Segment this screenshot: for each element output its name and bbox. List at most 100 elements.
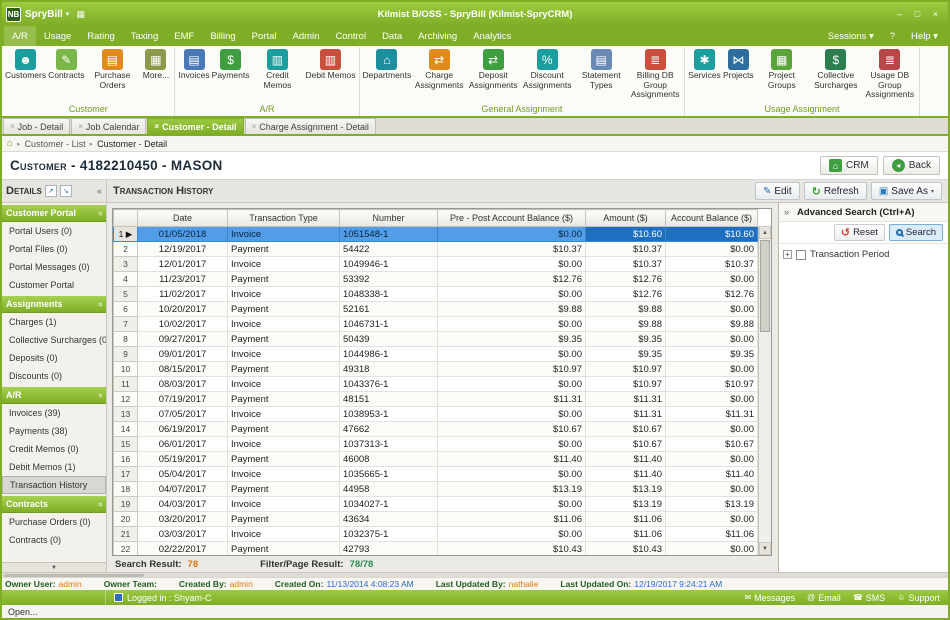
column-header-amount[interactable]: Amount ($) xyxy=(585,209,666,227)
sidebar-item-customer-portal[interactable]: Customer Portal xyxy=(2,276,106,294)
vertical-scrollbar[interactable]: ▲ ▼ xyxy=(758,226,771,555)
menu-item-[interactable]: ? xyxy=(882,26,903,46)
crm-button[interactable]: ⌂ CRM xyxy=(819,156,878,175)
status-sms[interactable]: ☎ SMS xyxy=(853,593,885,603)
sidebar-item-credit-memos-0[interactable]: Credit Memos (0) xyxy=(2,440,106,458)
ribbon-btn-project-groups[interactable]: ▦ Project Groups xyxy=(755,47,809,90)
menu-item-a-r[interactable]: A/R xyxy=(4,26,36,46)
search-button[interactable]: Search xyxy=(888,224,943,241)
sidebar-section-contracts[interactable]: Contracts » xyxy=(2,496,106,513)
vertical-scrollbar-thumb[interactable] xyxy=(760,240,770,332)
sidebar-item-deposits-0[interactable]: Deposits (0) xyxy=(2,349,106,367)
menu-item-sessions[interactable]: Sessions ▾ xyxy=(820,26,882,46)
table-row-2[interactable]: 2 12/19/2017 Payment 54422 $10.37 $10.37 $0.00 xyxy=(113,241,758,257)
sidebar-item-purchase-orders-0[interactable]: Purchase Orders (0) xyxy=(2,513,106,531)
horizontal-scrollbar-thumb[interactable] xyxy=(4,574,144,577)
table-row-21[interactable]: 21 03/03/2017 Invoice 1032375-1 $0.00 $11.06 $… xyxy=(113,526,758,542)
maximize-icon[interactable]: □ xyxy=(909,7,926,21)
scroll-up-icon[interactable]: ▲ xyxy=(759,226,771,239)
vertical-scrollbar-track[interactable] xyxy=(759,333,771,542)
column-header-date[interactable]: Date xyxy=(137,209,228,227)
sidebar-item-discounts-0[interactable]: Discounts (0) xyxy=(2,367,106,385)
sidebar-item-debit-memos-1[interactable]: Debit Memos (1) xyxy=(2,458,106,476)
ribbon-btn-payments[interactable]: $ Payments xyxy=(211,47,251,81)
status-messages[interactable]: ✉ Messages xyxy=(744,593,795,603)
menu-item-billing[interactable]: Billing xyxy=(202,26,243,46)
menu-item-control[interactable]: Control xyxy=(327,26,374,46)
menu-item-emf[interactable]: EMF xyxy=(166,26,202,46)
table-row-6[interactable]: 6 10/20/2017 Payment 52161 $9.88 $9.88 $0.00 xyxy=(113,301,758,317)
sidebar-item-payments-38[interactable]: Payments (38) xyxy=(2,422,106,440)
sidebar-item-contracts-0[interactable]: Contracts (0) xyxy=(2,531,106,549)
section-collapse-icon[interactable]: » xyxy=(95,393,104,397)
tab-customer-detail[interactable]: × Customer - Detail xyxy=(147,118,244,134)
table-row-16[interactable]: 16 05/19/2017 Payment 46008 $11.40 $11.40 $0.0… xyxy=(113,451,758,467)
scroll-down-icon[interactable]: ▼ xyxy=(759,542,771,555)
close-icon[interactable]: × xyxy=(927,7,944,21)
ribbon-btn-more[interactable]: ▦ More... xyxy=(139,47,172,81)
sidebar-scroll-down[interactable]: ▼ xyxy=(2,562,106,572)
menu-item-admin[interactable]: Admin xyxy=(285,26,328,46)
breadcrumb-item-customer-list[interactable]: Customer - List xyxy=(25,139,86,149)
app-menu-caret-icon[interactable]: ▾ xyxy=(66,10,70,18)
sidebar-item-portal-files-0[interactable]: Portal Files (0) xyxy=(2,240,106,258)
menu-item-rating[interactable]: Rating xyxy=(79,26,122,46)
tab-job-detail[interactable]: × Job - Detail xyxy=(3,118,71,134)
sidebar-section-assignments[interactable]: Assignments » xyxy=(2,296,106,313)
collapse-search-icon[interactable]: » xyxy=(784,207,789,217)
ribbon-btn-deposit-assignments[interactable]: ⇄ Deposit Assignments xyxy=(466,47,520,90)
table-row-13[interactable]: 13 07/05/2017 Invoice 1038953-1 $0.00 $11.31 $… xyxy=(113,406,758,422)
sidebar-item-portal-users-0[interactable]: Portal Users (0) xyxy=(2,222,106,240)
table-row-1[interactable]: 1 ▶ 01/05/2018 Invoice 1051548-1 $0.00 $10.60… xyxy=(113,226,758,242)
tab-close-icon[interactable]: × xyxy=(78,122,83,131)
tab-job-calendar[interactable]: × Job Calendar xyxy=(71,118,147,134)
expand-icon[interactable]: + xyxy=(783,250,792,259)
home-icon[interactable]: ⌂ xyxy=(7,138,13,149)
ribbon-btn-departments[interactable]: ⌂ Departments xyxy=(362,47,413,81)
sidebar-item-collective-surcharges-0[interactable]: Collective Surcharges (0) xyxy=(2,331,106,349)
tab-close-icon[interactable]: × xyxy=(10,122,15,131)
menu-item-help[interactable]: Help ▾ xyxy=(903,26,946,46)
menu-item-usage[interactable]: Usage xyxy=(36,26,79,46)
table-row-3[interactable]: 3 12/01/2017 Invoice 1049946-1 $0.00 $10.37 $1… xyxy=(113,256,758,272)
section-collapse-icon[interactable]: » xyxy=(95,211,104,215)
save-as-button[interactable]: ▣ Save As ▾ xyxy=(870,182,942,200)
filter-checkbox[interactable] xyxy=(796,249,806,260)
table-row-11[interactable]: 11 08/03/2017 Invoice 1043376-1 $0.00 $10.97 $… xyxy=(113,376,758,392)
back-button[interactable]: ◂ Back xyxy=(882,156,940,175)
edit-button[interactable]: ✎ Edit xyxy=(754,182,800,200)
reset-button[interactable]: ↺ Reset xyxy=(833,224,885,241)
ribbon-btn-services[interactable]: ✱ Services xyxy=(687,47,722,81)
tab-charge-assignment-detail[interactable]: × Charge Assignment - Detail xyxy=(244,118,376,134)
section-collapse-icon[interactable]: » xyxy=(95,302,104,306)
ribbon-btn-purchase-orders[interactable]: ▤ Purchase Orders xyxy=(85,47,139,90)
ribbon-btn-contracts[interactable]: ✎ Contracts xyxy=(47,47,85,81)
sidebar-item-charges-1[interactable]: Charges (1) xyxy=(2,313,106,331)
column-header-number[interactable]: Number xyxy=(339,209,438,227)
tab-close-icon[interactable]: × xyxy=(252,122,257,131)
table-row-5[interactable]: 5 11/02/2017 Invoice 1048338-1 $0.00 $12.76 $1… xyxy=(113,286,758,302)
sidebar-item-portal-messages-0[interactable]: Portal Messages (0) xyxy=(2,258,106,276)
menu-item-analytics[interactable]: Analytics xyxy=(465,26,519,46)
menu-item-data[interactable]: Data xyxy=(374,26,410,46)
table-row-7[interactable]: 7 10/02/2017 Invoice 1046731-1 $0.00 $9.88 $9.… xyxy=(113,316,758,332)
menu-item-taxing[interactable]: Taxing xyxy=(123,26,166,46)
ribbon-btn-credit-memos[interactable]: ▥ Credit Memos xyxy=(250,47,304,90)
sidebar-item-invoices-39[interactable]: Invoices (39) xyxy=(2,404,106,422)
ribbon-btn-billing-db-group-assignments[interactable]: ≣ Billing DB Group Assignments xyxy=(628,47,682,100)
status-support[interactable]: ☺ Support xyxy=(897,593,940,603)
table-row-17[interactable]: 17 05/04/2017 Invoice 1035665-1 $0.00 $11.40 $… xyxy=(113,466,758,482)
ribbon-btn-invoices[interactable]: ▤ Invoices xyxy=(177,47,210,81)
pin-icon[interactable]: ↗ xyxy=(44,185,57,197)
tab-close-icon[interactable]: × xyxy=(154,122,159,131)
table-row-12[interactable]: 12 07/19/2017 Payment 48151 $11.31 $11.31 $0.0… xyxy=(113,391,758,407)
table-row-9[interactable]: 9 09/01/2017 Invoice 1044986-1 $0.00 $9.35 $9.… xyxy=(113,346,758,362)
ribbon-btn-charge-assignments[interactable]: ⇄ Charge Assignments xyxy=(412,47,466,90)
ribbon-btn-customers[interactable]: ☻ Customers xyxy=(4,47,47,81)
ribbon-btn-discount-assignments[interactable]: % Discount Assignments xyxy=(520,47,574,90)
table-row-20[interactable]: 20 03/20/2017 Payment 43634 $11.06 $11.06 $0.0… xyxy=(113,511,758,527)
menu-item-archiving[interactable]: Archiving xyxy=(410,26,465,46)
ribbon-btn-statement-types[interactable]: ▤ Statement Types xyxy=(574,47,628,90)
status-email[interactable]: @ Email xyxy=(807,593,841,603)
dock-icon[interactable]: ↘ xyxy=(59,185,72,197)
